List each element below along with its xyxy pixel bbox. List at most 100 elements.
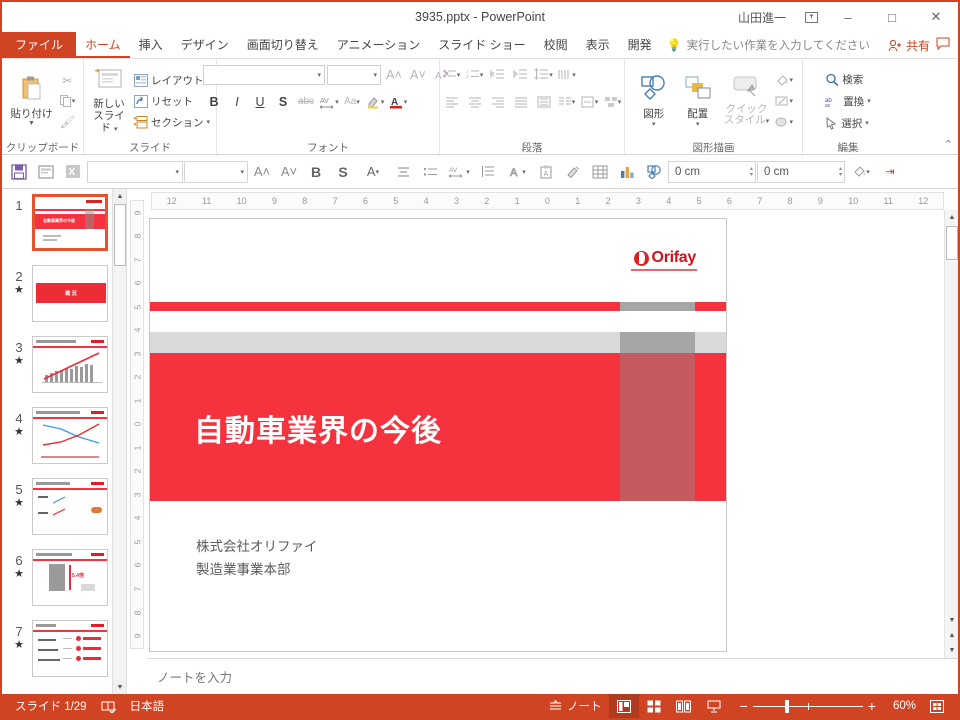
scrollbar-thumb[interactable] [114, 204, 126, 266]
vertical-ruler[interactable]: 9 8 7 6 5 4 3 2 1 0 1 2 3 4 5 6 7 8 9 [127, 189, 147, 694]
animation-star-icon[interactable]: ★ [14, 284, 24, 296]
tell-me-box[interactable]: 💡 実行したい作業を入力してください [667, 32, 870, 58]
fit-slide-icon[interactable] [922, 694, 952, 718]
replace-button[interactable]: ab ac 置換 ▾ [822, 91, 874, 112]
more-icon[interactable]: ⇥ [877, 159, 903, 185]
text-highlight-icon[interactable]: ▾ [364, 91, 386, 112]
collapse-ribbon-icon[interactable]: ⌃ [944, 138, 953, 151]
width-stepper[interactable]: ▴ ▾ [750, 166, 753, 178]
shape-fill-icon[interactable]: ▾ [773, 70, 795, 91]
tab-home[interactable]: ホーム [76, 32, 130, 58]
decrease-indent-icon[interactable] [487, 64, 509, 85]
previous-slide-icon[interactable]: ▲ [945, 628, 958, 643]
tab-insert[interactable]: 挿入 [130, 32, 172, 58]
width-field[interactable]: 0 cm ▴ ▾ [668, 160, 756, 183]
justify-icon[interactable] [510, 91, 532, 112]
thumbnail-slide-5[interactable]: 5 ★ [2, 473, 126, 544]
thumbnail-slide-4[interactable]: 4 ★ [2, 402, 126, 473]
shape-icon[interactable] [641, 159, 667, 185]
align-right-icon[interactable] [487, 91, 509, 112]
scissors-icon[interactable]: ✂ [57, 70, 79, 91]
quick-styles-button[interactable]: クイック スタイル▾ [720, 73, 774, 129]
animation-star-icon[interactable]: ★ [14, 497, 24, 509]
text-shadow-button[interactable]: S [272, 91, 294, 112]
tab-design[interactable]: デザイン [172, 32, 238, 58]
thumbnail-image[interactable] [32, 407, 108, 464]
animation-star-icon[interactable]: ★ [14, 426, 24, 438]
change-case-icon[interactable]: Aa ▾ [341, 91, 363, 112]
shape-effects-icon[interactable]: ▾ [773, 112, 795, 133]
strikethrough-button[interactable]: abc [295, 91, 317, 112]
thumbnail-scrollbar[interactable]: ▲ ▼ [112, 189, 126, 694]
thumbnail-slide-1[interactable]: 1 自動車業界の今後 [2, 189, 126, 260]
notes-pane[interactable]: ノートを入力 [147, 658, 958, 694]
arrange-button[interactable]: 配置 ▾ [676, 73, 720, 130]
format-painter-icon[interactable]: 🖌 [57, 112, 79, 133]
table-icon[interactable] [587, 159, 613, 185]
character-spacing-icon[interactable]: AV ▾ [444, 159, 474, 185]
scroll-down-icon[interactable]: ▼ [113, 680, 126, 694]
excel-icon[interactable]: X [60, 159, 86, 185]
thumbnail-image[interactable]: 自動車業界の今後 [32, 194, 108, 251]
smartart-icon[interactable]: ▾ [602, 91, 624, 112]
share-button[interactable]: 共有 [888, 37, 930, 54]
character-spacing-icon[interactable]: AV ▾ [318, 91, 340, 112]
columns-icon[interactable]: ▾ [556, 91, 578, 112]
bullets-icon[interactable]: ▾ [441, 64, 463, 85]
language-indicator[interactable]: 日本語 [123, 694, 172, 718]
fill-color-icon[interactable]: ▾ [846, 159, 876, 185]
addin-font-name-input[interactable]: ▾ [87, 160, 183, 183]
thumbnail-slide-7[interactable]: 7 ★ [2, 615, 126, 686]
thumbnail-slide-2[interactable]: 2 ★ 概 況 [2, 260, 126, 331]
font-size-input[interactable]: ▾ [327, 64, 381, 85]
shrink-font-icon[interactable]: A˅ [407, 64, 429, 85]
close-button[interactable]: ✕ [914, 2, 958, 32]
increase-indent-icon[interactable] [510, 64, 532, 85]
thumbnail-image[interactable] [32, 478, 108, 535]
tab-transitions[interactable]: 画面切り替え [238, 32, 328, 58]
notes-toggle-button[interactable]: ノート [542, 694, 609, 718]
thumbnail-slide-6[interactable]: 6 ★ 5.4倍 [2, 544, 126, 615]
scroll-down-icon[interactable]: ▼ [945, 613, 958, 628]
find-button[interactable]: 検索 [822, 69, 874, 90]
addin-font-color-icon[interactable]: A ▾ [357, 159, 389, 185]
addin-shrink-font-icon[interactable]: A˅ [276, 159, 302, 185]
align-text-icon[interactable]: ▾ [579, 91, 601, 112]
new-slide-button[interactable]: 新しい スライド ▾ [87, 65, 131, 138]
maximize-button[interactable]: □ [870, 2, 914, 32]
slide-scrollbar[interactable]: ▲ ▼ ▲ ▼ [944, 210, 958, 658]
distribute-icon[interactable] [533, 91, 555, 112]
animation-star-icon[interactable]: ★ [14, 568, 24, 580]
zoom-in-button[interactable]: + [863, 698, 881, 714]
thumbnail-image[interactable]: 5.4倍 [32, 549, 108, 606]
format-painter-icon[interactable] [560, 159, 586, 185]
slide-subtitle[interactable]: 株式会社オリファイ 製造業事業本部 [196, 535, 318, 581]
font-name-input[interactable]: ▾ [203, 64, 325, 85]
tab-animations[interactable]: アニメーション [328, 32, 430, 58]
chart-icon[interactable] [614, 159, 640, 185]
scroll-up-icon[interactable]: ▲ [113, 189, 126, 203]
slide-canvas[interactable]: Orifay 自動車業界の今後 株式会社オリファイ 製造業事業本部 [149, 218, 727, 652]
shapes-button[interactable]: 図形 ▾ [632, 73, 676, 130]
wordart-icon[interactable]: A ▾ [502, 159, 532, 185]
animation-star-icon[interactable]: ★ [14, 639, 24, 651]
thumbnail-slide-3[interactable]: 3 ★ [2, 331, 126, 402]
underline-button[interactable]: U [249, 91, 271, 112]
view-normal-icon[interactable] [608, 694, 639, 718]
bold-button[interactable]: B [203, 91, 225, 112]
tab-slideshow[interactable]: スライド ショー [429, 32, 534, 58]
scrollbar-thumb[interactable] [946, 226, 958, 260]
user-name[interactable]: 山田進一 [728, 9, 796, 26]
chevron-down-icon[interactable]: ▾ [114, 126, 118, 133]
copy-icon[interactable]: ▾ [57, 91, 79, 112]
font-color-icon[interactable]: A ▾ [387, 91, 409, 112]
thumbnail-image[interactable]: 概 況 [32, 265, 108, 322]
comment-icon[interactable] [936, 37, 950, 53]
zoom-level[interactable]: 60% [887, 700, 922, 712]
zoom-handle[interactable] [784, 699, 789, 713]
height-field[interactable]: 0 cm ▴ ▾ [757, 160, 845, 183]
paste-special-icon[interactable]: A [533, 159, 559, 185]
view-reading-icon[interactable] [669, 694, 699, 718]
align-center-icon[interactable] [464, 91, 486, 112]
paragraph-spacing-icon[interactable] [475, 159, 501, 185]
